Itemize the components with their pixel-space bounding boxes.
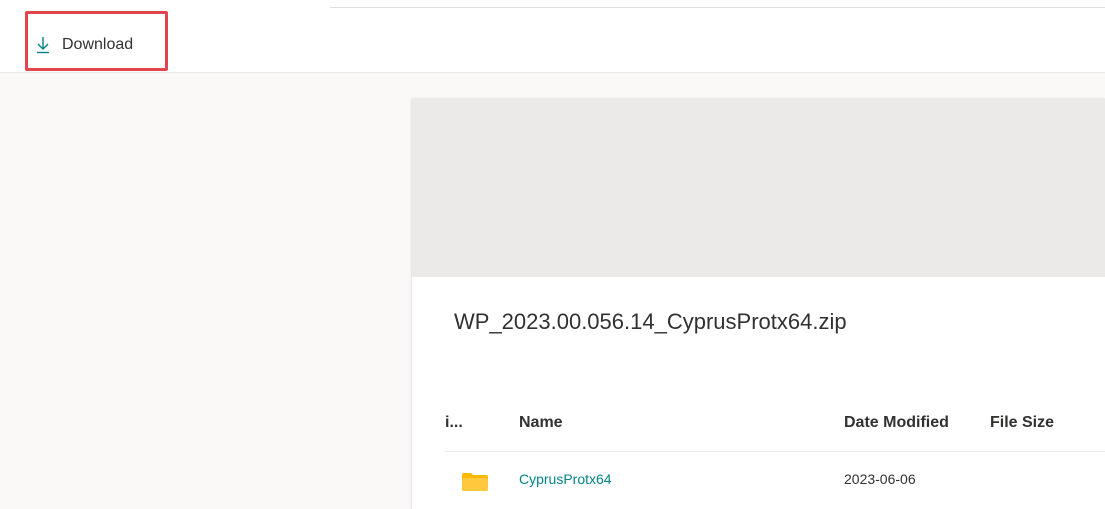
header-divider (444, 451, 1105, 452)
file-title: WP_2023.00.056.14_CyprusProtx64.zip (454, 309, 847, 334)
column-header-name[interactable]: Name (519, 414, 563, 432)
highlight-box (25, 11, 168, 71)
folder-icon (462, 473, 488, 496)
column-header-file-size[interactable]: File Size (990, 414, 1054, 432)
file-preview-card: WP_2023.00.056.14_CyprusProtx64.zip i...… (412, 98, 1105, 509)
column-header-icon[interactable]: i... (445, 414, 463, 432)
preview-area (412, 98, 1105, 277)
column-header-date-modified[interactable]: Date Modified (844, 414, 949, 432)
table-row[interactable]: CyprusProtx64 2023-06-06 (444, 467, 1105, 497)
file-name-link[interactable]: CyprusProtx64 (519, 471, 612, 487)
date-modified-cell: 2023-06-06 (844, 471, 916, 487)
top-strip (0, 0, 1105, 8)
